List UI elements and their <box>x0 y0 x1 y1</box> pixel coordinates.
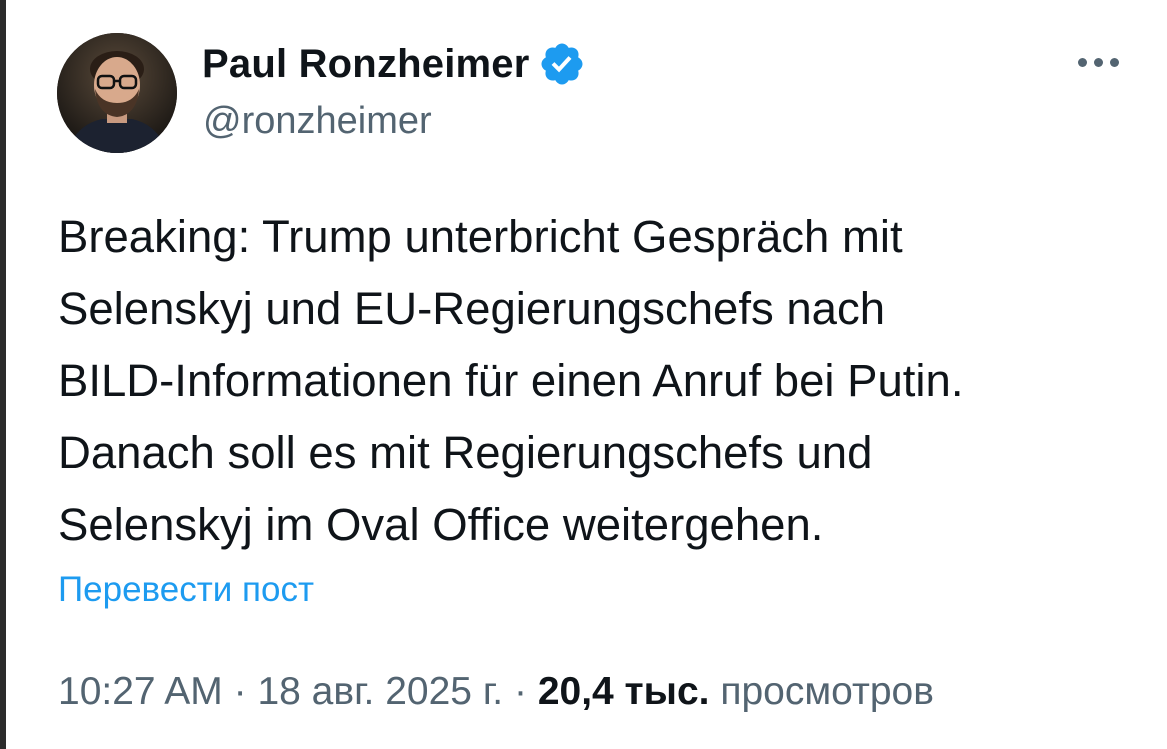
tweet-card: Paul Ronzheimer @ronzheimer Breaking: Tr… <box>0 0 1167 749</box>
meta-separator: · <box>513 670 527 713</box>
views-label: просмотров <box>720 670 934 713</box>
tweet-text-line: BILD-Informationen für einen Anruf bei P… <box>58 355 964 406</box>
author-display-name[interactable]: Paul Ronzheimer <box>202 42 530 87</box>
avatar-image <box>57 33 177 153</box>
more-options-icon <box>1077 57 1087 67</box>
tweet-date[interactable]: 18 авг. 2025 г. <box>257 670 503 713</box>
more-options-button[interactable] <box>1068 48 1128 76</box>
tweet-meta: 10:27 AM · 18 авг. 2025 г. · 20,4 тыс. п… <box>58 670 934 714</box>
tweet-text-line: Danach soll es mit Regierungschefs und <box>58 427 873 478</box>
tweet-time[interactable]: 10:27 AM <box>58 670 223 713</box>
tweet-text-line: Selenskyj im Oval Office weitergehen. <box>58 499 824 550</box>
avatar[interactable] <box>57 33 177 153</box>
views-count[interactable]: 20,4 тыс. <box>538 670 710 713</box>
more-options-icon-dot <box>1093 57 1103 67</box>
author-name-row: Paul Ronzheimer <box>202 38 586 90</box>
meta-separator: · <box>233 670 247 713</box>
tweet-text: Breaking: Trump unterbricht Gespräch mit… <box>58 201 1153 561</box>
tweet-text-line: Selenskyj und EU-Regierungschefs nach <box>58 283 886 334</box>
author-handle[interactable]: @ronzheimer <box>203 100 432 143</box>
translate-post-link[interactable]: Перевести пост <box>58 570 314 610</box>
more-options-icon-dot <box>1109 57 1119 67</box>
verified-badge-icon[interactable] <box>538 40 586 88</box>
tweet-text-line: Breaking: Trump unterbricht Gespräch mit <box>58 211 903 262</box>
